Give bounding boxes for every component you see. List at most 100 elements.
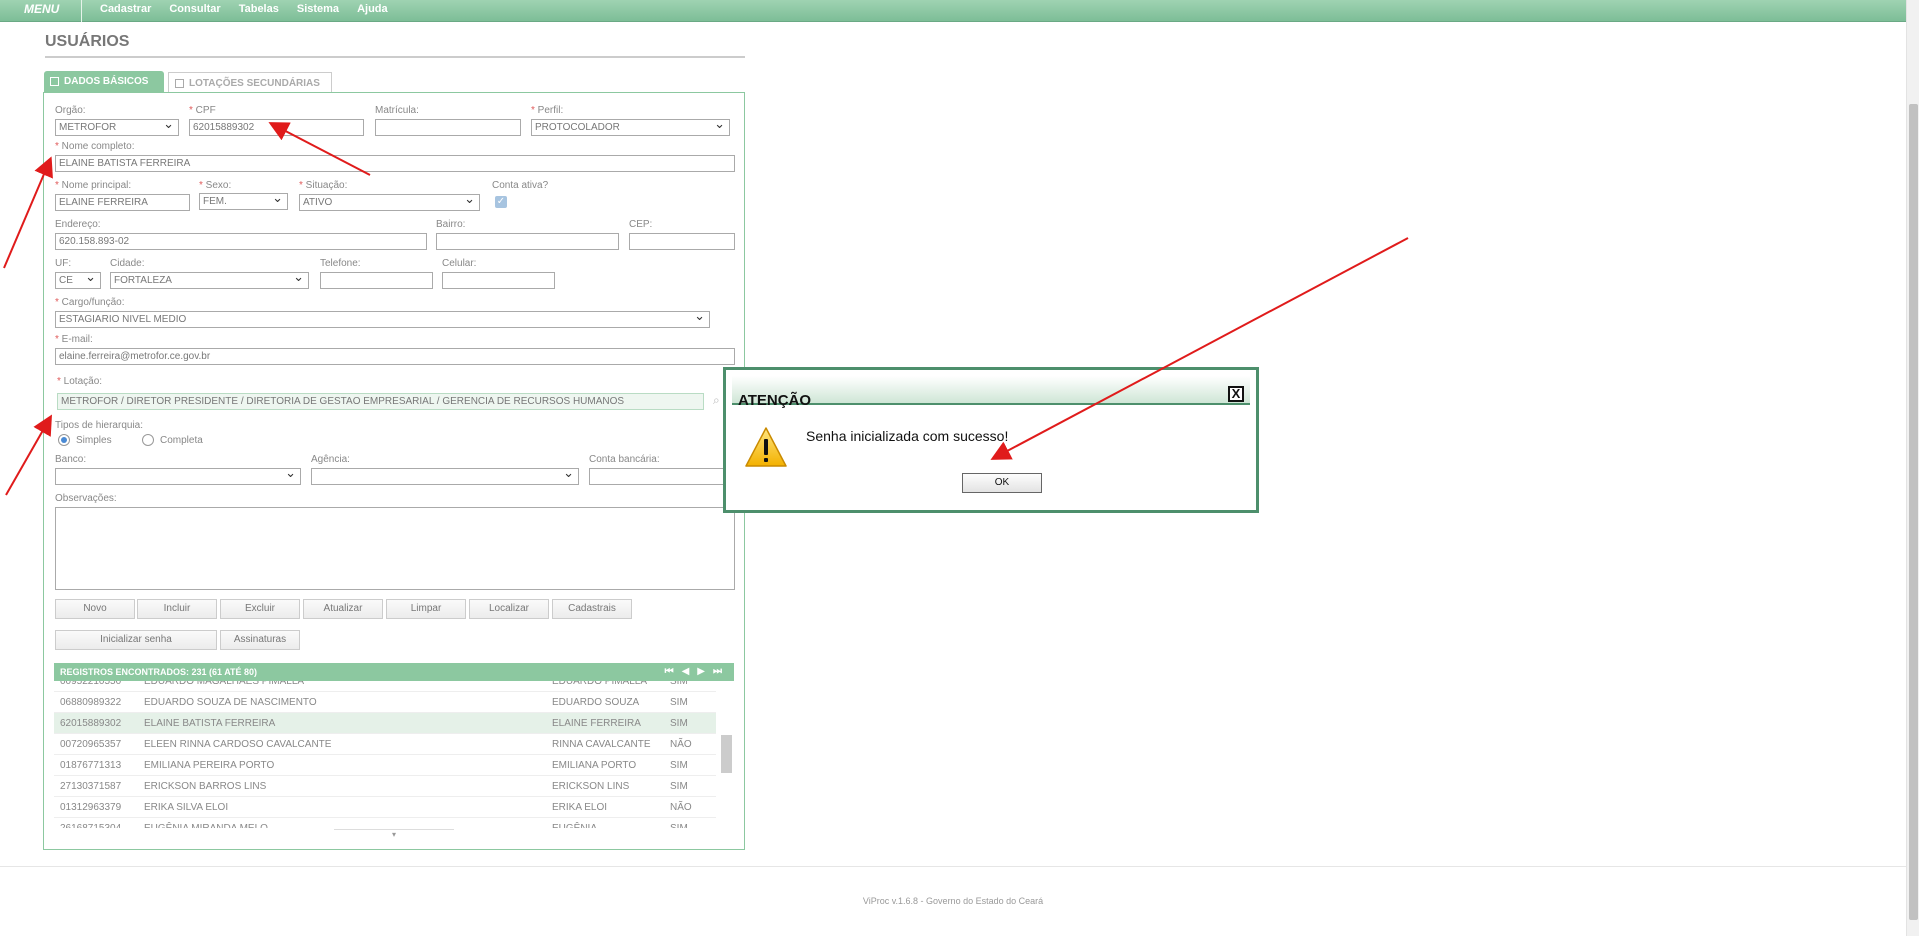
nav-tabelas[interactable]: Tabelas: [239, 0, 279, 18]
grid-scrollbar[interactable]: [720, 681, 733, 828]
cargo-select[interactable]: ESTAGIARIO NIVEL MEDIO: [55, 311, 710, 328]
nome-completo-label-text: Nome completo:: [61, 141, 135, 152]
localizar-button[interactable]: Localizar: [469, 599, 549, 619]
radio-completa[interactable]: [142, 434, 154, 446]
matricula-input[interactable]: [375, 119, 521, 136]
menu-button[interactable]: MENU: [0, 0, 82, 22]
observacoes-textarea[interactable]: [55, 507, 735, 590]
table-row[interactable]: 27130371587 ERICKSON BARROS LINS ERICKSO…: [54, 776, 716, 797]
table-row[interactable]: 01876771313 EMILIANA PEREIRA PORTO EMILI…: [54, 755, 716, 776]
situacao-label-text: Situação:: [305, 180, 348, 191]
cell-nome: EUGÊNIA MIRANDA MELO: [144, 818, 268, 828]
assinaturas-button[interactable]: Assinaturas: [220, 630, 300, 650]
table-row[interactable]: 00720965357 ELEEN RINNA CARDOSO CAVALCAN…: [54, 734, 716, 755]
orgao-select[interactable]: METROFOR: [55, 119, 179, 136]
cell-ativo: SIM: [670, 760, 688, 771]
limpar-button[interactable]: Limpar: [386, 599, 466, 619]
excluir-button[interactable]: Excluir: [220, 599, 300, 619]
cell-nome: EDUARDO MAGALHÃES PIMALLA: [144, 681, 305, 687]
cpf-input[interactable]: 62015889302: [189, 119, 364, 136]
sexo-label: * Sexo:: [199, 180, 231, 191]
table-row[interactable]: 01312963379 ERIKA SILVA ELOI ERIKA ELOI …: [54, 797, 716, 818]
nav-sistema[interactable]: Sistema: [297, 0, 339, 18]
cidade-label: Cidade:: [110, 258, 145, 269]
lotacao-input[interactable]: METROFOR / DIRETOR PRESIDENTE / DIRETORI…: [57, 393, 704, 410]
perfil-select[interactable]: PROTOCOLADOR: [531, 119, 730, 136]
cell-nome: ELAINE BATISTA FERREIRA: [144, 718, 276, 729]
cell-cpf: 00720965357: [60, 739, 122, 750]
required-mark: *: [189, 105, 196, 116]
prev-page-icon[interactable]: ◀: [682, 663, 690, 681]
cell-cpf: 62015889302: [60, 718, 122, 729]
required-mark: *: [199, 180, 206, 191]
edit-icon: [175, 79, 184, 88]
cargo-label-text: Cargo/função:: [61, 297, 125, 308]
celular-input[interactable]: [442, 272, 555, 289]
nome-principal-label-text: Nome principal:: [61, 180, 132, 191]
nome-completo-label: * Nome completo:: [55, 141, 134, 152]
cidade-select[interactable]: FORTALEZA: [110, 272, 309, 289]
cell-cpf: 06880989322: [60, 697, 122, 708]
agencia-select[interactable]: [311, 468, 579, 485]
ok-button[interactable]: OK: [962, 473, 1042, 493]
nav-consultar[interactable]: Consultar: [169, 0, 220, 18]
page-scrollbar-thumb[interactable]: [1909, 104, 1918, 920]
banco-select[interactable]: [55, 468, 301, 485]
nome-principal-input[interactable]: ELAINE FERREIRA: [55, 194, 190, 211]
tab-dados-basicos[interactable]: DADOS BÁSICOS: [44, 71, 164, 92]
incluir-button[interactable]: Incluir: [137, 599, 217, 619]
footer-divider: [0, 866, 1906, 867]
nav-ajuda[interactable]: Ajuda: [357, 0, 388, 18]
bairro-input[interactable]: [436, 233, 619, 250]
inicializar-senha-button[interactable]: Inicializar senha: [55, 630, 217, 650]
cell-principal: RINNA CAVALCANTE: [552, 739, 651, 750]
radio-completa-label: Completa: [160, 435, 203, 446]
conta-bancaria-input[interactable]: [589, 468, 735, 485]
endereco-input[interactable]: 620.158.893-02: [55, 233, 427, 250]
uf-select[interactable]: CE: [55, 272, 101, 289]
nome-principal-label: * Nome principal:: [55, 180, 131, 191]
nome-completo-input[interactable]: ELAINE BATISTA FERREIRA: [55, 155, 735, 172]
cell-ativo: SIM: [670, 681, 688, 687]
cep-label: CEP:: [629, 219, 653, 230]
table-row[interactable]: 06880989322 EDUARDO SOUZA DE NASCIMENTO …: [54, 692, 716, 713]
conta-ativa-checkbox[interactable]: ✓: [495, 196, 507, 208]
situacao-label: * Situação:: [299, 180, 347, 191]
cell-ativo: NÃO: [670, 802, 692, 813]
atualizar-button[interactable]: Atualizar: [303, 599, 383, 619]
email-label: * E-mail:: [55, 334, 93, 345]
grid-header: REGISTROS ENCONTRADOS: 231 (61 ATÉ 80) ⏮…: [54, 663, 734, 681]
tab-lotacoes-secundarias[interactable]: LOTAÇÕES SECUNDÁRIAS: [168, 72, 332, 92]
novo-button[interactable]: Novo: [55, 599, 135, 619]
cell-nome: ERICKSON BARROS LINS: [144, 781, 267, 792]
telefone-input[interactable]: [320, 272, 433, 289]
table-row[interactable]: 00952210550 EDUARDO MAGALHÃES PIMALLA ED…: [54, 681, 716, 692]
alert-dialog: ATENÇÃO X Senha inicializada com sucesso…: [723, 367, 1259, 513]
dialog-title: ATENÇÃO: [738, 392, 812, 409]
page-scrollbar[interactable]: [1906, 0, 1919, 936]
next-page-icon[interactable]: ▶: [697, 663, 705, 681]
top-menu-bar: MENU Cadastrar Consultar Tabelas Sistema…: [0, 0, 1906, 22]
lotacao-label: * Lotação:: [57, 376, 102, 387]
first-page-icon[interactable]: ⏮: [665, 663, 674, 681]
close-icon[interactable]: X: [1228, 386, 1244, 402]
telefone-label: Telefone:: [320, 258, 361, 269]
cell-principal: ERICKSON LINS: [552, 781, 630, 792]
grid-scrollbar-thumb[interactable]: [721, 735, 732, 773]
cell-nome: ELEEN RINNA CARDOSO CAVALCANTE: [144, 739, 332, 750]
situacao-select[interactable]: ATIVO: [299, 194, 480, 211]
table-row-selected[interactable]: 62015889302 ELAINE BATISTA FERREIRA ELAI…: [54, 713, 716, 734]
cadastrais-button[interactable]: Cadastrais: [552, 599, 632, 619]
radio-simples[interactable]: [58, 434, 70, 446]
table-row[interactable]: 26168715304 EUGÊNIA MIRANDA MELO EUGÊNIA…: [54, 818, 716, 828]
sexo-select[interactable]: FEM.: [199, 193, 288, 210]
email-input[interactable]: elaine.ferreira@metrofor.ce.gov.br: [55, 348, 735, 365]
nav-cadastrar[interactable]: Cadastrar: [100, 0, 151, 18]
cep-input[interactable]: [629, 233, 735, 250]
cpf-label: * CPF: [189, 105, 216, 116]
required-mark: *: [55, 141, 62, 152]
cargo-label: * Cargo/função:: [55, 297, 125, 308]
last-page-icon[interactable]: ⏭: [713, 663, 722, 681]
tab-label: LOTAÇÕES SECUNDÁRIAS: [189, 78, 320, 89]
grid-resize-handle[interactable]: ▾: [334, 829, 454, 839]
